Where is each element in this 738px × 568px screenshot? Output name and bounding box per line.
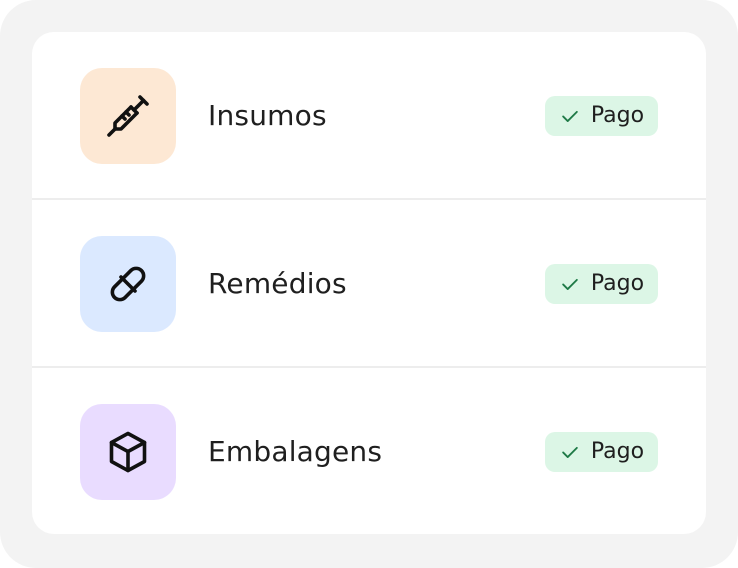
pill-icon	[110, 266, 146, 302]
item-label: Insumos	[208, 99, 327, 132]
list-item-embalagens[interactable]: Embalagens Pago	[32, 366, 706, 534]
item-label: Remédios	[208, 267, 347, 300]
status-badge: Pago	[545, 432, 658, 472]
status-badge: Pago	[545, 264, 658, 304]
list-item-remedios[interactable]: Remédios Pago	[32, 198, 706, 368]
status-text: Pago	[590, 103, 645, 128]
icon-tile	[80, 68, 176, 164]
check-icon	[562, 278, 578, 290]
syringe-icon	[107, 95, 149, 137]
box-icon	[109, 431, 147, 473]
list-item-insumos[interactable]: Insumos Pago	[32, 32, 706, 200]
check-icon	[562, 110, 578, 122]
icon-tile	[80, 236, 176, 332]
payments-card: Insumos Pago Remédios Pago Embalagens Pa…	[32, 32, 706, 534]
icon-tile	[80, 404, 176, 500]
check-icon	[562, 446, 578, 458]
status-text: Pago	[590, 439, 645, 464]
status-text: Pago	[590, 271, 645, 296]
outer-frame: Insumos Pago Remédios Pago Embalagens Pa…	[0, 0, 738, 568]
status-badge: Pago	[545, 96, 658, 136]
item-label: Embalagens	[208, 435, 383, 468]
